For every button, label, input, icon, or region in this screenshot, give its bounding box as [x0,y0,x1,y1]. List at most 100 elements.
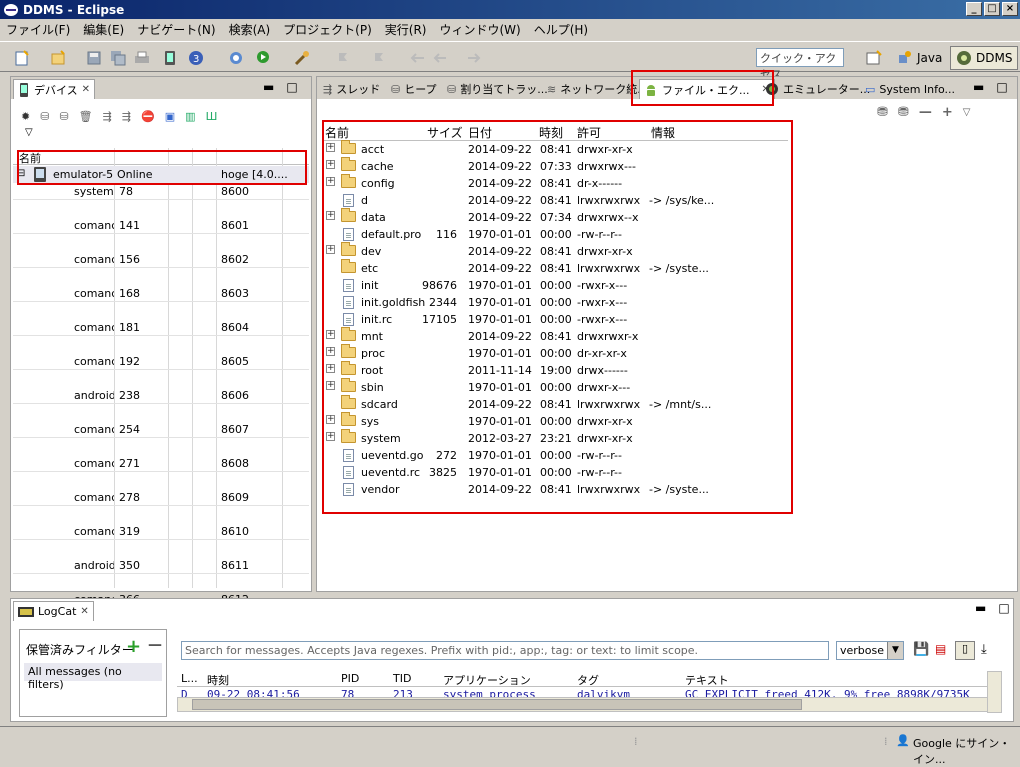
push-file-icon[interactable]: ⛃ [898,105,909,120]
forward-icon[interactable] [466,50,482,66]
next-annotation-icon[interactable] [336,50,352,66]
view-menu-chevron-down-icon[interactable]: ▽ [25,127,33,138]
update-threads-icon[interactable]: ⇶ [103,110,112,123]
previous-annotation-icon[interactable] [372,50,388,66]
run-icon[interactable] [256,50,272,66]
update-heap-icon[interactable]: ⛁ [40,110,49,123]
dump-hprof-icon[interactable]: ⛁ [59,110,68,123]
pull-file-icon[interactable]: ⛃ [877,105,888,120]
debug-icon[interactable] [228,50,244,66]
print-icon[interactable] [134,50,150,66]
vertical-scrollbar[interactable] [987,671,1002,713]
save-icon[interactable] [86,50,102,66]
tab-allocation-tracker[interactable]: ⛁ 割り当てトラッ... [443,79,552,99]
process-row[interactable]: comanc 271 8608 [13,455,309,472]
minimize-view-icon[interactable]: ▬ [975,601,986,615]
add-filter-icon[interactable]: + [126,636,141,657]
android-sdk-icon[interactable]: 3 [188,50,204,66]
column-level[interactable]: L... [181,672,198,685]
maximize-view-icon[interactable]: □ [996,80,1007,94]
column-text[interactable]: テキスト [685,672,729,688]
delete-icon[interactable]: — [919,105,932,120]
column-tag[interactable]: タグ [577,672,599,688]
new-icon[interactable] [14,50,30,66]
maximize-button[interactable]: □ [984,2,1000,16]
menu-navigate[interactable]: ナビゲート(N) [137,21,215,38]
clear-log-icon[interactable]: ▤ [935,642,946,656]
saved-filters-pane: 保管済みフィルター + — All messages (no filters) [19,629,167,717]
scrollbar-thumb[interactable] [192,699,802,710]
logcat-search-input[interactable]: Search for messages. Accepts Java regexe… [181,641,829,660]
tab-heap[interactable]: ⛁ ヒープ [387,79,441,99]
log-level-select[interactable]: verbose ▼ [836,641,904,660]
new-folder-icon[interactable]: + [942,105,953,120]
tab-system-info[interactable]: ▭ System Info... [861,79,959,99]
back-icon[interactable] [432,50,448,66]
close-icon[interactable]: ✕ [82,84,90,95]
menu-edit[interactable]: 編集(E) [83,21,124,38]
process-row[interactable]: comanc 156 8602 [13,251,309,268]
threads-icon: ⇶ [323,82,333,96]
tab-threads[interactable]: ⇶ スレッド [319,79,384,99]
window-title: DDMS - Eclipse [23,2,125,17]
menu-window[interactable]: ウィンドウ(W) [439,21,520,38]
perspective-java[interactable]: Java [892,46,947,70]
process-row[interactable]: system 78 8600 [13,183,309,200]
column-application[interactable]: アプリケーション [443,672,531,688]
screen-capture-icon[interactable]: ▣ [165,110,175,123]
new-project-icon[interactable] [50,50,66,66]
last-edit-icon[interactable] [410,50,426,66]
column-time[interactable]: 時刻 [207,672,229,688]
menu-search[interactable]: 検索(A) [229,21,271,38]
minimize-button[interactable]: _ [966,2,982,16]
tab-heap-label: ヒープ [404,83,437,96]
process-row[interactable]: comanc 254 8607 [13,421,309,438]
stop-process-icon[interactable]: ⛔ [141,110,155,123]
menu-project[interactable]: プロジェクト(P) [283,21,372,38]
column-pid[interactable]: PID [341,672,359,685]
start-method-profiling-icon[interactable]: ⇶ [122,110,131,123]
tab-devices[interactable]: デバイス ✕ [13,79,96,99]
minimize-view-icon[interactable]: ▬ [973,80,984,94]
remove-filter-icon[interactable]: — [148,637,162,653]
save-all-icon[interactable] [110,50,126,66]
save-log-icon[interactable]: 💾 [913,642,929,657]
horizontal-scrollbar[interactable] [177,697,997,712]
perspective-ddms[interactable]: DDMS [950,46,1019,70]
maximize-view-icon[interactable]: □ [286,80,297,94]
close-icon[interactable]: ✕ [80,606,88,617]
ddms-screen-icon[interactable] [162,50,178,66]
toggle-filters-icon[interactable]: ▯ [955,641,975,660]
process-row[interactable]: android 350 8611 [13,557,309,574]
menu-run[interactable]: 実行(R) [385,21,427,38]
process-row[interactable]: comanc 168 8603 [13,285,309,302]
process-row[interactable]: comanc 141 8601 [13,217,309,234]
external-tools-icon[interactable] [294,50,310,66]
menu-help[interactable]: ヘルプ(H) [534,21,588,38]
filter-item-all[interactable]: All messages (no filters) [24,663,162,691]
minimize-view-icon[interactable]: ▬ [263,80,274,94]
systrace-icon[interactable]: Ш [206,110,218,123]
tab-logcat[interactable]: LogCat ✕ [13,601,94,621]
scroll-lock-icon[interactable]: ⤓ [981,642,987,657]
debug-process-icon[interactable]: ✹ [21,110,30,123]
process-port: 8607 [221,423,249,436]
google-signin-link[interactable]: Google にサイン・イン... [913,735,1020,767]
view-menu-chevron-down-icon[interactable]: ▽ [963,107,971,118]
chevron-down-icon[interactable]: ▼ [887,642,903,659]
column-tid[interactable]: TID [393,672,411,685]
close-button[interactable]: × [1002,2,1018,16]
process-row[interactable]: comanc 181 8604 [13,319,309,336]
tab-emulator-control[interactable]: エミュレーター... [761,79,874,99]
quick-access-input[interactable]: クイック・アクセス [756,48,844,81]
dump-view-hierarchy-icon[interactable]: ▥ [185,110,195,123]
cause-gc-icon[interactable]: 🗑 [79,110,93,123]
process-row[interactable]: android 238 8606 [13,387,309,404]
process-row[interactable]: comanc 192 8605 [13,353,309,370]
maximize-view-icon[interactable]: □ [998,601,1009,615]
open-perspective-icon[interactable] [866,50,882,66]
process-row[interactable]: comanc 319 8610 [13,523,309,540]
menu-file[interactable]: ファイル(F) [6,21,70,38]
process-row[interactable]: comanc 278 8609 [13,489,309,506]
tab-threads-label: スレッド [336,83,381,96]
